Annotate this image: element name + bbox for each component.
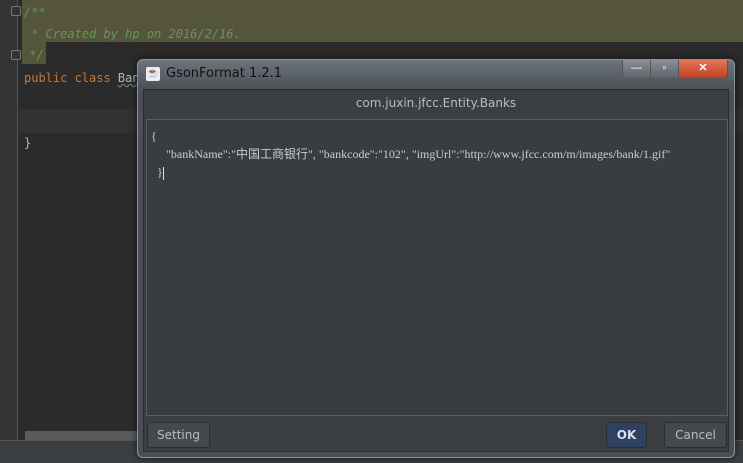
code-line: * Created by hp on 2016/2/16. bbox=[24, 27, 241, 41]
json-line: } bbox=[151, 165, 163, 179]
json-line: { bbox=[151, 129, 157, 143]
cancel-button[interactable]: Cancel bbox=[664, 422, 727, 448]
code-line: */ bbox=[22, 48, 44, 62]
title-bar[interactable]: ☕ GsonFormat 1.2.1 — ▫ ✕ bbox=[138, 60, 734, 89]
minimize-button[interactable]: — bbox=[623, 60, 651, 78]
fold-icon[interactable] bbox=[11, 50, 21, 60]
code-line: /** bbox=[24, 5, 46, 19]
code-line: public class Ban bbox=[24, 71, 140, 85]
json-input[interactable]: { "bankName":"中国工商银行", "bankcode":"102",… bbox=[146, 119, 728, 416]
fold-icon[interactable] bbox=[11, 6, 21, 16]
java-icon: ☕ bbox=[146, 67, 160, 81]
gsonformat-dialog: ☕ GsonFormat 1.2.1 — ▫ ✕ com.juxin.jfcc.… bbox=[137, 59, 735, 458]
editor-gutter bbox=[0, 0, 18, 440]
setting-button[interactable]: Setting bbox=[147, 422, 210, 448]
dialog-content: com.juxin.jfcc.Entity.Banks { "bankName"… bbox=[143, 89, 729, 452]
class-path-label: com.juxin.jfcc.Entity.Banks bbox=[355, 96, 517, 110]
code-line: } bbox=[24, 136, 32, 150]
maximize-button[interactable]: ▫ bbox=[651, 60, 679, 78]
close-button[interactable]: ✕ bbox=[679, 60, 727, 78]
text-caret bbox=[162, 166, 164, 180]
keyword: public class bbox=[24, 71, 118, 85]
dialog-title: GsonFormat 1.2.1 bbox=[166, 66, 283, 81]
json-line: "bankName":"中国工商银行", "bankcode":"102", "… bbox=[151, 147, 671, 161]
ok-button[interactable]: OK bbox=[606, 422, 647, 448]
horizontal-scrollbar[interactable] bbox=[25, 431, 145, 440]
